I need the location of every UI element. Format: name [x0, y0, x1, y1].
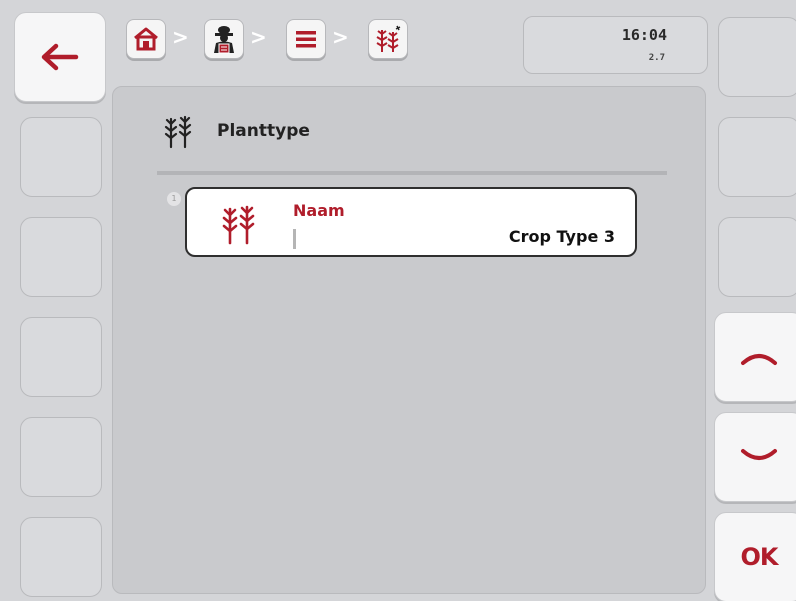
scroll-up-button[interactable] — [714, 312, 796, 402]
clock-time: 16:04 — [621, 26, 667, 44]
clock-display: 16:04 2.7 — [523, 16, 708, 74]
softkey-left-3[interactable] — [20, 217, 102, 297]
chevron-up-icon — [741, 354, 777, 365]
header: > > > 16:04 2.7 — [112, 2, 708, 82]
clock-sub: 2.7 — [648, 53, 665, 63]
softkey-left-4[interactable] — [20, 317, 102, 397]
back-button[interactable] — [14, 12, 106, 102]
list-icon — [296, 31, 316, 48]
breadcrumb-crop-type[interactable] — [368, 19, 408, 59]
breadcrumb-list[interactable] — [286, 19, 326, 59]
screen: OK > > > 16:04 2.7 Planttype 1 Naam Crop… — [0, 0, 796, 601]
item-index-badge: 1 — [167, 192, 181, 206]
list-item[interactable]: Naam Crop Type 3 — [185, 187, 637, 257]
panel-header: Planttype — [161, 111, 310, 151]
softkey-right-3[interactable] — [718, 217, 796, 297]
breadcrumb-separator: > — [172, 25, 189, 49]
scroll-down-button[interactable] — [714, 412, 796, 502]
softkey-left-2[interactable] — [20, 117, 102, 197]
arrow-left-icon — [41, 43, 79, 71]
softkey-right-1[interactable] — [718, 17, 796, 97]
breadcrumb-separator: > — [250, 25, 267, 49]
item-label: Naam — [293, 201, 345, 220]
breadcrumb-operator[interactable] — [204, 19, 244, 59]
home-icon — [134, 27, 158, 51]
crop-type-icon — [376, 25, 401, 52]
crop-type-icon — [222, 205, 255, 245]
crop-icon — [164, 115, 192, 149]
chevron-down-icon — [741, 449, 777, 460]
item-value: Crop Type 3 — [508, 227, 615, 246]
ok-label: OK — [740, 543, 779, 571]
ok-button[interactable]: OK — [714, 512, 796, 601]
page-title: Planttype — [217, 121, 310, 141]
text-cursor — [293, 229, 296, 249]
softkey-left-6[interactable] — [20, 517, 102, 597]
operator-icon — [214, 26, 234, 54]
divider — [157, 171, 667, 175]
main-panel: Planttype 1 Naam Crop Type 3 — [112, 86, 706, 594]
breadcrumb-separator: > — [332, 25, 349, 49]
softkey-left-5[interactable] — [20, 417, 102, 497]
softkey-right-2[interactable] — [718, 117, 796, 197]
breadcrumb-home[interactable] — [126, 19, 166, 59]
